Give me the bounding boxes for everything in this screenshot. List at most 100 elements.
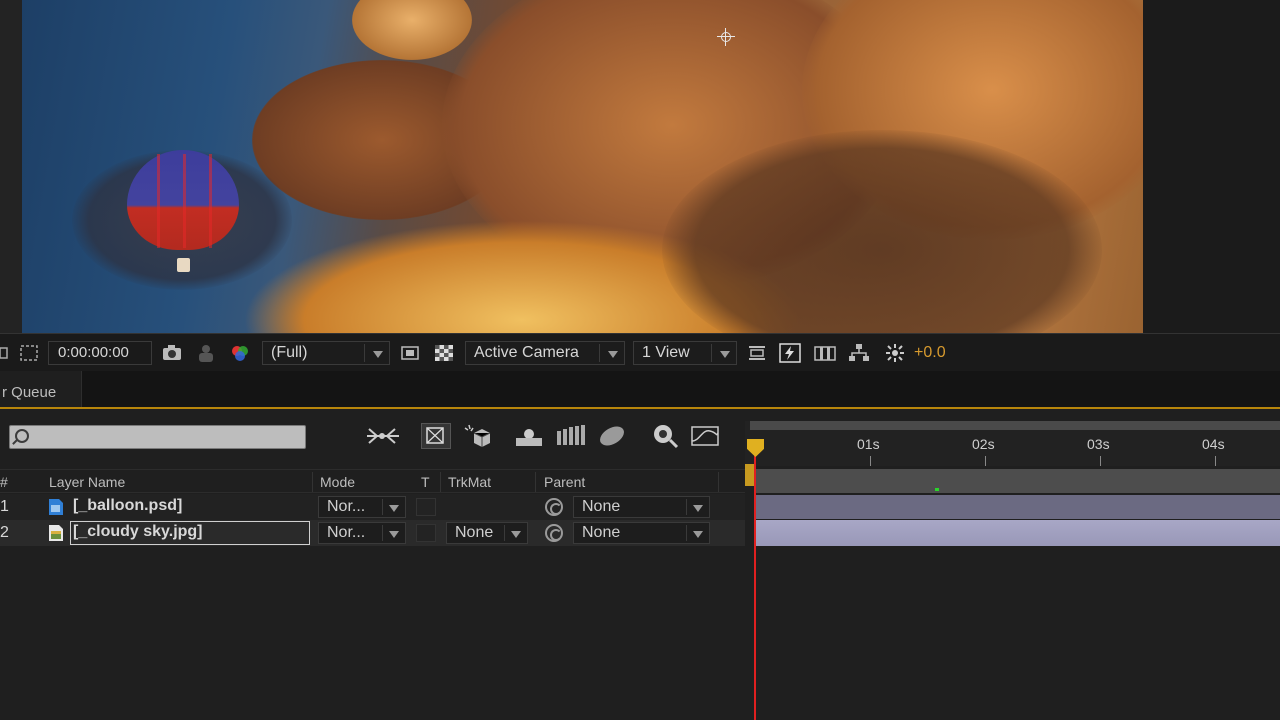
channels-rgb-icon[interactable] — [230, 343, 250, 363]
current-time-indicator[interactable] — [754, 449, 756, 720]
parent-dropdown[interactable]: None — [573, 496, 710, 518]
dropdown-separator — [711, 344, 712, 362]
work-area-bar[interactable] — [755, 469, 1280, 493]
blend-mode-dropdown[interactable]: Nor... — [318, 496, 406, 518]
parent-value: None — [582, 524, 621, 541]
frame-blending-icon[interactable] — [514, 423, 544, 449]
parent-value: None — [582, 498, 621, 515]
ruler-label: 04s — [1202, 436, 1225, 452]
layer-row[interactable]: 1 [_balloon.psd] Nor... None — [0, 494, 745, 520]
ruler-label: 01s — [857, 436, 880, 452]
ruler-label: 02s — [972, 436, 995, 452]
camera-view-dropdown[interactable]: Active Camera — [465, 341, 625, 365]
layer-search-input[interactable] — [9, 425, 306, 449]
blend-mode-dropdown[interactable]: Nor... — [318, 522, 406, 544]
dropdown-separator — [686, 525, 687, 541]
column-trkmat-header: TrkMat — [448, 474, 492, 490]
layer-duration-bar[interactable] — [755, 520, 1280, 546]
column-divider — [312, 472, 313, 492]
preserve-transparency-toggle[interactable] — [416, 524, 436, 542]
ruler-tick — [1215, 456, 1216, 466]
panel-tab-bar: r Queue — [0, 371, 1280, 409]
show-snapshot-icon[interactable] — [196, 343, 216, 363]
preserve-transparency-toggle[interactable] — [416, 498, 436, 516]
layer-name[interactable]: [_cloudy sky.jpg] — [73, 523, 203, 541]
time-ruler[interactable]: 0s 01s 02s 03s 04s — [745, 421, 1280, 466]
current-time-display[interactable]: 0:00:00:00 — [48, 341, 152, 365]
anchor-point-icon[interactable] — [717, 28, 735, 46]
search-icon — [15, 429, 29, 443]
layer-row[interactable]: 2 [_cloudy sky.jpg] Nor... None None — [0, 520, 745, 546]
time-navigator-bar[interactable] — [750, 421, 1280, 430]
work-area-start-handle[interactable] — [745, 464, 754, 486]
reset-exposure-icon[interactable] — [884, 343, 904, 363]
layer-name[interactable]: [_balloon.psd] — [73, 497, 182, 515]
graph-editor-icon[interactable] — [690, 423, 720, 449]
exposure-value[interactable]: +0.0 — [914, 341, 946, 365]
flowchart-icon[interactable] — [848, 343, 869, 363]
hot-air-balloon[interactable] — [127, 150, 239, 272]
chevron-down-icon — [720, 351, 730, 358]
layer-column-headers: # Layer Name Mode T TrkMat Parent — [0, 469, 745, 493]
column-divider — [440, 472, 441, 492]
viewer-toolbar: 0:00:00:00 (Full) Active Camera 1 View +… — [0, 333, 1280, 371]
balloon-stripe — [157, 154, 160, 248]
column-parent-header: Parent — [544, 474, 586, 490]
pixel-aspect-icon[interactable] — [747, 343, 767, 363]
view-layout-dropdown[interactable]: 1 View — [633, 341, 737, 365]
hide-shy-layers-icon[interactable] — [462, 423, 492, 449]
column-number-header: # — [0, 474, 8, 490]
cloud-shape — [352, 0, 472, 60]
chevron-down-icon — [373, 351, 383, 358]
view-layout-value: 1 View — [642, 344, 690, 361]
column-divider — [718, 472, 719, 492]
blend-mode-value: Nor... — [327, 524, 366, 541]
dropdown-separator — [382, 525, 383, 541]
tab-render-queue[interactable]: r Queue — [0, 371, 82, 407]
parent-pickwhip-icon[interactable] — [545, 524, 563, 542]
motion-blur-icon[interactable] — [555, 423, 585, 449]
composition-viewer[interactable] — [0, 0, 1280, 333]
ruler-tick — [985, 456, 986, 466]
magnification-icon[interactable] — [0, 343, 10, 363]
resolution-dropdown[interactable]: (Full) — [262, 341, 390, 365]
psd-file-icon — [48, 498, 64, 516]
balloon-stripe — [183, 154, 186, 248]
ruler-tick — [1100, 456, 1101, 466]
after-effects-window: 0:00:00:00 (Full) Active Camera 1 View +… — [0, 0, 1280, 720]
region-of-interest-icon[interactable] — [19, 343, 39, 363]
cache-indicator — [935, 488, 939, 491]
snapshot-camera-icon[interactable] — [162, 343, 182, 363]
chevron-down-icon — [389, 531, 399, 538]
parent-pickwhip-icon[interactable] — [545, 498, 563, 516]
column-divider — [535, 472, 536, 492]
composition-canvas[interactable] — [22, 0, 1143, 333]
layer-duration-bar[interactable] — [755, 495, 1280, 519]
brainstorm-icon[interactable] — [597, 423, 627, 449]
auto-keyframe-icon[interactable] — [650, 423, 680, 449]
chevron-down-icon — [608, 351, 618, 358]
ruler-label: 03s — [1087, 436, 1110, 452]
timeline-panel: # Layer Name Mode T TrkMat Parent 1 [_ba… — [0, 409, 1280, 720]
track-matte-dropdown[interactable]: None — [446, 522, 528, 544]
draft-3d-icon[interactable] — [421, 423, 451, 449]
chevron-down-icon — [693, 531, 703, 538]
column-mode-header: Mode — [320, 474, 356, 490]
resolution-value: (Full) — [271, 344, 308, 361]
camera-view-value: Active Camera — [474, 344, 579, 361]
dropdown-separator — [504, 525, 505, 541]
layer-number: 1 — [0, 498, 9, 515]
blend-mode-value: Nor... — [327, 498, 366, 515]
timeline-toggle-icon[interactable] — [814, 343, 836, 363]
fast-previews-icon[interactable] — [779, 343, 801, 363]
column-layer-name-header[interactable]: Layer Name — [49, 474, 125, 490]
region-toggle-icon[interactable] — [400, 343, 420, 363]
column-t-header: T — [421, 474, 430, 490]
transparency-grid-icon[interactable] — [434, 343, 454, 363]
viewer-pasteboard-left — [0, 0, 22, 333]
viewer-pasteboard-right — [1143, 0, 1280, 333]
parent-dropdown[interactable]: None — [573, 522, 710, 544]
dropdown-separator — [599, 344, 600, 362]
composition-mini-flowchart-icon[interactable] — [365, 423, 399, 449]
layer-number: 2 — [0, 524, 9, 541]
